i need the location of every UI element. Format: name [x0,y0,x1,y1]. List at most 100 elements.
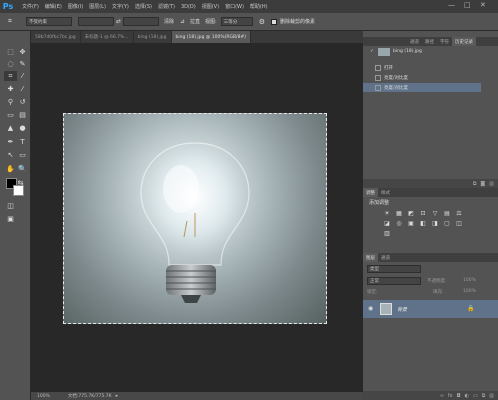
photoshop-logo: Ps [2,2,14,11]
brush-source-icon[interactable]: ✓ [368,48,376,56]
status-arrow-icon[interactable]: ▸ [116,393,119,399]
tab-paths[interactable]: 路径 [422,37,437,46]
screen-mode-icon[interactable]: ▣ [4,214,17,224]
menu-view[interactable]: 视图(V) [202,3,219,10]
snapshot-label: bing (18).jpg [393,49,422,54]
trash-icon[interactable]: ▥ [489,181,494,187]
straighten-icon[interactable]: ⊿ [180,18,185,25]
posterize-icon[interactable]: ◨ [431,220,439,227]
menu-select[interactable]: 选择(S) [135,3,152,10]
color-balance-icon[interactable]: ⚖ [455,210,463,217]
crop-tool-icon[interactable]: ⌗ [8,17,12,26]
history-item-brightness-1[interactable]: 亮度/对比度 [363,73,481,82]
threshold-icon[interactable]: ▢ [443,220,451,227]
brush-icon[interactable]: ⁄ [16,84,29,94]
levels-icon[interactable]: ▦ [395,210,403,217]
zoom-tool-icon[interactable]: 🔍 [16,164,29,174]
delete-crop-checkbox[interactable] [271,18,278,25]
layer-style-icon[interactable]: fx [448,393,453,399]
hue-saturation-icon[interactable]: ▤ [443,210,451,217]
shape-tool-icon[interactable]: ▭ [16,150,29,160]
eyedropper-icon[interactable]: ⁄ [16,71,29,81]
document-image[interactable] [63,113,327,324]
type-tool-icon[interactable]: T [16,137,29,147]
brightness-contrast-icon[interactable]: ☀ [383,210,391,217]
new-group-icon[interactable]: ▭ [473,393,478,399]
background-color-swatch[interactable] [13,185,24,196]
photo-filter-icon[interactable]: ◎ [395,220,403,227]
menu-filter[interactable]: 滤镜(T) [158,3,175,10]
delete-layer-icon[interactable]: ▥ [489,393,494,399]
history-item-open[interactable]: 打开 [363,63,481,72]
menu-type[interactable]: 文字(Y) [112,3,129,10]
link-layers-icon[interactable]: ∞ [440,393,444,399]
straighten-label: 拉直 [190,19,201,25]
vibrance-icon[interactable]: ▽ [431,210,439,217]
history-brush-icon[interactable]: ↺ [16,97,29,107]
options-bar: ⌗ 不受约束 ⇄ 清除 ⊿ 拉直 视图: 三等分 ⚙ 删除裁剪的像素 [0,13,498,31]
opacity-label: 不透明度: [427,279,447,284]
gradient-map-icon[interactable]: ◫ [455,220,463,227]
history-item-brightness-2[interactable]: 亮度/对比度 [363,83,481,92]
add-mask-icon[interactable]: ◘ [457,393,461,399]
maximize-button[interactable]: □ [464,1,471,9]
menu-help[interactable]: 帮助(H) [250,3,268,10]
tab-doc-active[interactable]: bing (18).jpg @ 100%(RGB/8#) [171,31,251,43]
menu-edit[interactable]: 编辑(E) [45,3,62,10]
tab-layers-channels[interactable]: 通道 [378,253,393,262]
width-input[interactable] [77,17,114,26]
new-adjustment-icon[interactable]: ◐ [465,393,469,399]
document-size: 文档:775.7K/775.7K [67,394,112,399]
swap-icon[interactable]: ⇄ [116,18,121,25]
close-button[interactable]: ✕ [480,1,486,9]
selective-color-icon[interactable]: ▥ [383,230,391,237]
view-select[interactable]: 三等分 [220,17,253,26]
layer-name[interactable]: 背景 [397,306,407,313]
tab-layers[interactable]: 图层 [363,253,378,262]
layer-filter-select[interactable]: 类型 [367,265,421,273]
blend-mode-select[interactable]: 正常 [367,277,421,285]
channel-mixer-icon[interactable]: ▣ [407,220,415,227]
zoom-level[interactable]: 100% [37,394,50,399]
tab-styles[interactable]: 样式 [378,188,393,197]
menu-file[interactable]: 文件(F) [22,3,39,10]
eye-visibility-icon[interactable]: ◉ [368,305,373,312]
new-layer-icon[interactable]: ⧉ [482,393,486,399]
crop-bounding-box[interactable] [63,113,327,324]
move-tool-icon[interactable]: ✥ [16,47,29,57]
new-document-from-state-icon[interactable]: ⧉ [473,181,477,187]
quick-select-icon[interactable]: ✎ [16,59,29,69]
curves-icon[interactable]: ◩ [407,210,415,217]
tab-adjustments[interactable]: 调整 [363,188,378,197]
camera-icon[interactable]: ◙ [480,181,485,187]
gradient-icon[interactable]: ▤ [16,110,29,120]
menu-window[interactable]: 窗口(W) [225,3,244,10]
minimize-button[interactable]: — [448,1,455,9]
gear-icon[interactable]: ⚙ [259,18,265,26]
menu-layer[interactable]: 图层(L) [89,3,106,10]
tab-character[interactable]: 字符 [437,37,452,46]
opacity-value[interactable]: 100% [463,278,476,283]
layer-row-background[interactable]: ◉ 背景 🔒 [363,300,498,318]
exposure-icon[interactable]: ⊡ [419,210,427,217]
menu-image[interactable]: 图像(I) [68,3,83,10]
canvas-area[interactable] [31,43,363,392]
tab-history[interactable]: 历史记录 [452,37,476,46]
snapshot-thumbnail [378,47,390,56]
quick-mask-icon[interactable]: ◫ [4,201,17,211]
layers-panel-footer: ∞ fx ◘ ◐ ▭ ⧉ ▥ [363,391,498,400]
view-label: 视图: [205,19,217,25]
fill-value[interactable]: 100% [463,289,476,294]
dodge-icon[interactable]: ● [16,123,29,133]
invert-icon[interactable]: ◧ [419,220,427,227]
black-white-icon[interactable]: ◪ [383,220,391,227]
ratio-select[interactable]: 不受约束 [25,17,72,26]
tab-doc-1[interactable]: 58b7d0fbc7bc.jpg [31,31,81,43]
tab-channels[interactable]: 通道 [407,37,422,46]
height-input[interactable] [122,17,159,26]
tab-doc-2[interactable]: 未标题-1 @ 66.7%... [81,31,134,43]
menu-3d[interactable]: 3D(D) [181,4,196,10]
tab-doc-3[interactable]: bing (18).jpg [134,31,172,43]
clear-button[interactable]: 清除 [164,18,174,25]
history-snapshot[interactable]: ✓ bing (18).jpg [363,47,481,56]
